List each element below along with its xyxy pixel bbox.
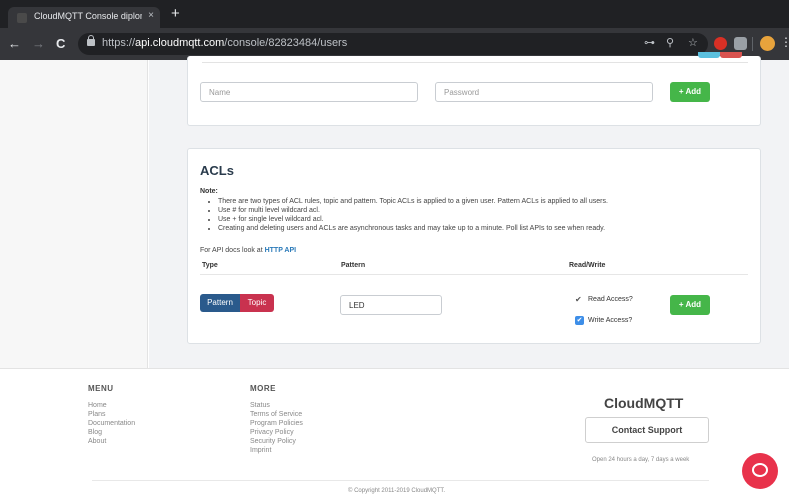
- footer-menu-links: Home Plans Documentation Blog About: [88, 401, 135, 446]
- main-content: Name Password + Add ACLs Note: There are…: [149, 52, 789, 368]
- footer-brand: CloudMQTT: [604, 395, 684, 411]
- back-button[interactable]: ←: [8, 36, 21, 51]
- footer-link-documentation[interactable]: Documentation: [88, 419, 135, 428]
- write-access-checkbox[interactable]: ✔: [575, 316, 584, 325]
- note-item: There are two types of ACL rules, topic …: [218, 197, 608, 206]
- footer-link-home[interactable]: Home: [88, 401, 135, 410]
- divider: [202, 62, 748, 63]
- tab-close-icon[interactable]: ×: [148, 10, 154, 21]
- browser-tab-strip: CloudMQTT Console diplomsk × +: [0, 0, 789, 28]
- footer-more-title: MORE: [250, 384, 276, 393]
- type-pattern-button[interactable]: Pattern: [200, 294, 240, 312]
- footer-link-terms[interactable]: Terms of Service: [250, 410, 303, 419]
- footer-link-blog[interactable]: Blog: [88, 428, 135, 437]
- reload-button[interactable]: C: [56, 36, 65, 51]
- note-item: Creating and deleting users and ACLs are…: [218, 224, 608, 233]
- extension-icon[interactable]: [714, 37, 727, 50]
- footer-link-about[interactable]: About: [88, 437, 135, 446]
- acls-card: ACLs Note: There are two types of ACL ru…: [187, 148, 761, 344]
- delete-user-button[interactable]: [720, 52, 742, 58]
- footer-menu-title: MENU: [88, 384, 114, 393]
- pattern-input[interactable]: LED: [340, 295, 442, 315]
- bookmark-star-icon[interactable]: ☆: [688, 36, 698, 49]
- note-item: Use # for multi level wildcard acl.: [218, 206, 608, 215]
- http-api-link[interactable]: HTTP API: [265, 247, 297, 254]
- extension-icon-secondary[interactable]: [734, 37, 747, 50]
- profile-avatar[interactable]: [760, 36, 775, 51]
- copyright: © Copyright 2011-2019 CloudMQTT.: [348, 488, 446, 494]
- footer-link-privacy[interactable]: Privacy Policy: [250, 428, 303, 437]
- toolbar-divider: [752, 37, 753, 51]
- contact-support-button[interactable]: Contact Support: [585, 417, 709, 443]
- footer-link-status[interactable]: Status: [250, 401, 303, 410]
- page: Name Password + Add ACLs Note: There are…: [0, 52, 789, 496]
- support-hours: Open 24 hours a day, 7 days a week: [592, 457, 690, 463]
- header-divider: [200, 274, 748, 275]
- write-access-label: Write Access?: [588, 317, 633, 324]
- type-topic-button[interactable]: Topic: [240, 294, 274, 312]
- favicon-icon: [17, 13, 27, 23]
- column-header-read-write: Read/Write: [569, 262, 606, 269]
- footer-link-plans[interactable]: Plans: [88, 410, 135, 419]
- forward-button[interactable]: →: [32, 36, 45, 51]
- note-list: There are two types of ACL rules, topic …: [218, 197, 608, 233]
- users-card: Name Password + Add: [187, 52, 761, 126]
- footer-divider: [92, 480, 709, 481]
- address-bar[interactable]: https://api.cloudmqtt.com/console/828234…: [78, 33, 708, 55]
- user-password-input[interactable]: Password: [435, 82, 653, 102]
- read-access-label: Read Access?: [588, 296, 633, 303]
- column-header-pattern: Pattern: [341, 262, 366, 269]
- user-name-input[interactable]: Name: [200, 82, 418, 102]
- acl-type-toggle: Pattern Topic: [200, 294, 274, 312]
- api-docs-text: For API docs look at: [200, 247, 265, 254]
- footer-link-program-policies[interactable]: Program Policies: [250, 419, 303, 428]
- note-label: Note:: [200, 188, 218, 195]
- add-acl-button[interactable]: + Add: [670, 295, 710, 315]
- acls-title: ACLs: [200, 163, 234, 178]
- note-item: Use + for single level wildcard acl.: [218, 215, 608, 224]
- url-text: https://api.cloudmqtt.com/console/828234…: [102, 37, 348, 49]
- add-user-button[interactable]: + Add: [670, 82, 710, 102]
- browser-menu-icon[interactable]: ⋮: [780, 35, 789, 49]
- column-header-type: Type: [202, 262, 218, 269]
- sidebar: [0, 60, 148, 368]
- read-access-checkbox[interactable]: ✔: [575, 295, 584, 304]
- tab-title: CloudMQTT Console diplomsk: [34, 11, 142, 21]
- footer-more-links: Status Terms of Service Program Policies…: [250, 401, 303, 455]
- key-icon[interactable]: ⊶: [644, 36, 655, 49]
- browser-tab[interactable]: CloudMQTT Console diplomsk ×: [8, 7, 160, 28]
- chat-bubble-icon[interactable]: [742, 453, 778, 489]
- api-docs-line: For API docs look at HTTP API: [200, 247, 296, 254]
- new-tab-button[interactable]: +: [171, 5, 180, 22]
- footer-link-imprint[interactable]: Imprint: [250, 446, 303, 455]
- lock-icon: [87, 35, 95, 46]
- footer-link-security[interactable]: Security Policy: [250, 437, 303, 446]
- footer: MENU Home Plans Documentation Blog About…: [0, 368, 789, 496]
- zoom-icon[interactable]: ⚲: [666, 36, 674, 49]
- edit-user-button[interactable]: [698, 52, 720, 58]
